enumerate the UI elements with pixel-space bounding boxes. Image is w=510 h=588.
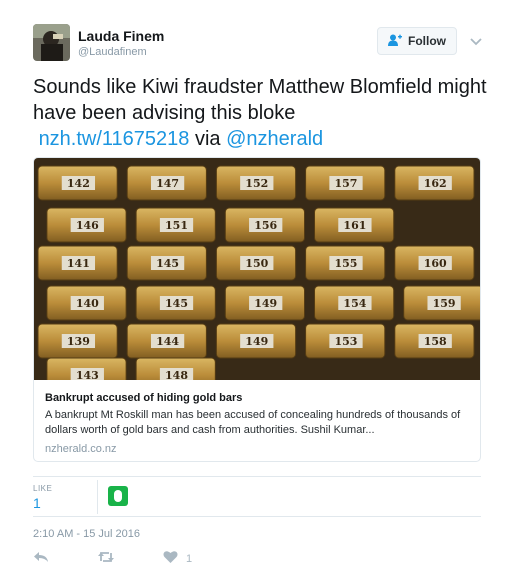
tweet-text: Sounds like Kiwi fraudster Matthew Blomf… — [33, 74, 493, 152]
retweet-icon — [97, 550, 115, 567]
heart-icon — [163, 550, 178, 567]
stats-separator — [97, 480, 98, 514]
likes-count[interactable]: 1 — [33, 495, 41, 511]
avatar[interactable] — [33, 24, 70, 61]
divider — [33, 516, 481, 517]
card-image[interactable]: 1421471521571621461511561611411451501551… — [34, 158, 480, 380]
user-handle[interactable]: @Laudafinem — [78, 46, 147, 58]
follow-button[interactable]: Follow — [377, 27, 457, 55]
link-card[interactable]: 1421471521571621461511561611411451501551… — [33, 157, 481, 462]
likes-label: LIKE — [33, 484, 53, 493]
card-description: A bankrupt Mt Roskill man has been accus… — [45, 409, 461, 436]
follow-label: Follow — [408, 34, 446, 48]
liker-avatar[interactable] — [108, 486, 128, 506]
divider — [33, 476, 481, 477]
card-domain: nzherald.co.nz — [45, 443, 117, 455]
chevron-down-icon[interactable] — [469, 34, 483, 48]
tweet-link[interactable]: nzh.tw/11675218 — [39, 128, 190, 150]
via-text: via — [194, 128, 221, 150]
tweet-body: Sounds like Kiwi fraudster Matthew Blomf… — [33, 76, 487, 124]
like-button[interactable]: 1 — [163, 550, 192, 567]
retweet-button[interactable] — [97, 550, 115, 567]
display-name[interactable]: Lauda Finem — [78, 28, 164, 44]
tweet-header: Lauda Finem @Laudafinem Follow — [33, 24, 488, 64]
reply-button[interactable] — [33, 550, 49, 567]
mention-link[interactable]: @nzherald — [226, 128, 323, 150]
timestamp[interactable]: 2:10 AM - 15 Jul 2016 — [33, 528, 140, 540]
like-count: 1 — [186, 552, 193, 565]
reply-icon — [33, 550, 49, 567]
card-title[interactable]: Bankrupt accused of hiding gold bars — [45, 392, 242, 404]
add-user-icon — [388, 34, 402, 49]
